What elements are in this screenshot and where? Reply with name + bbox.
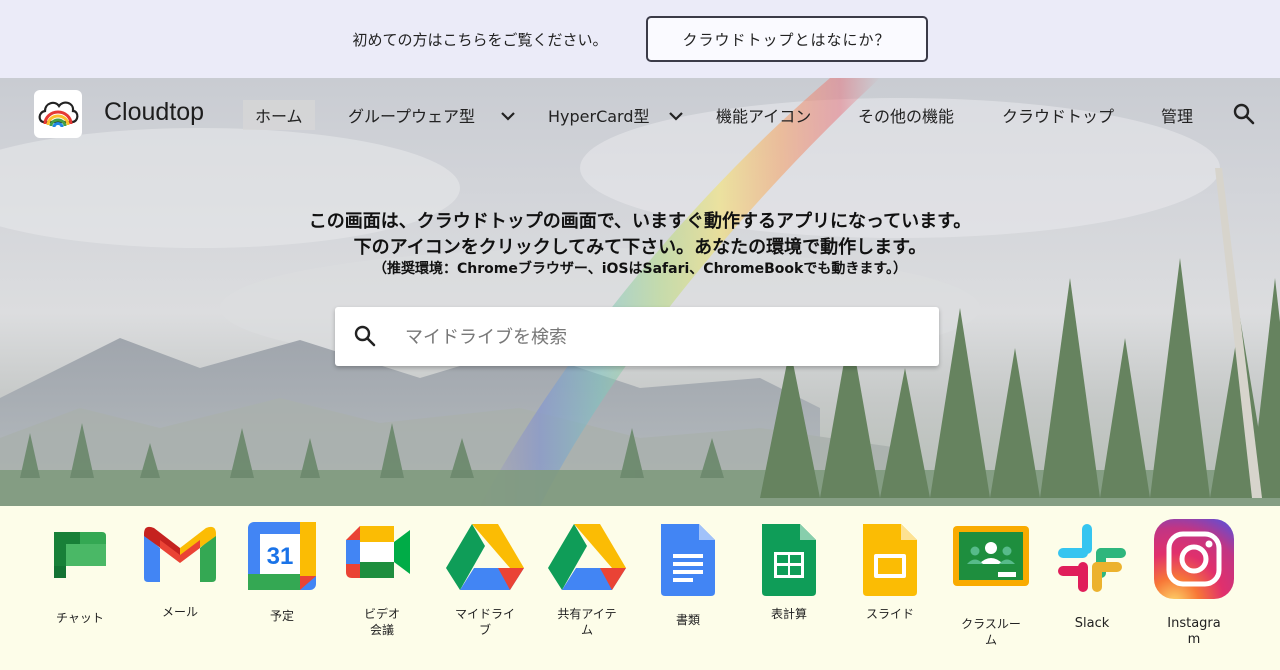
nav-item-other-features[interactable]: その他の機能 <box>846 100 966 130</box>
nav-item-home[interactable]: ホーム <box>243 100 315 130</box>
app-label: Slack <box>1074 616 1110 631</box>
app-label: 共有アイテ ム <box>557 607 617 637</box>
app-label: スライド <box>865 607 914 621</box>
calendar-icon: 31 <box>248 522 316 590</box>
hero-subheadline: 下のアイコンをクリックしてみて下さい。あなたの環境で動作します。 <box>353 237 927 258</box>
classroom-icon <box>953 526 1029 586</box>
instagram-icon <box>1154 519 1234 599</box>
chevron-down-icon[interactable] <box>666 106 686 126</box>
app-label: 予定 <box>269 609 294 623</box>
nav-item-feature-icons[interactable]: 機能アイコン <box>704 100 823 130</box>
app-label: チャット <box>56 611 104 625</box>
shared-drive-icon <box>548 524 626 590</box>
nav-item-admin[interactable]: 管理 <box>1149 100 1205 130</box>
hero-headline: この画面は、クラウドトップの画面で、いますぐ動作するアプリになっています。 <box>308 211 972 232</box>
what-is-cloudtop-button[interactable]: クラウドトップとはなにか？ <box>645 16 928 62</box>
app-mail[interactable]: メール <box>132 516 228 666</box>
docs-icon <box>661 524 715 596</box>
app-label: 表計算 <box>770 607 807 621</box>
search-icon[interactable] <box>353 324 377 348</box>
nav-item-hypercard[interactable]: HyperCard型 <box>536 100 662 130</box>
brand-name[interactable]: Cloudtop <box>104 98 204 127</box>
sheets-icon <box>762 524 816 596</box>
slides-icon <box>863 524 917 596</box>
gmail-icon <box>144 526 216 582</box>
app-classroom[interactable]: クラスルー ム <box>943 516 1039 666</box>
announcement-text: 初めての方はこちらをご覧ください。 <box>352 30 608 49</box>
hero-section: Cloudtop ホーム グループウェア型 HyperCard型 機能アイコン … <box>0 78 1280 506</box>
app-instagram[interactable]: Instagra m <box>1146 516 1242 666</box>
app-label: 書類 <box>675 613 700 627</box>
drive-search-box <box>335 307 939 366</box>
meet-icon <box>346 526 410 578</box>
nav-item-cloudtop[interactable]: クラウドトップ <box>990 100 1126 130</box>
slack-icon <box>1058 524 1126 592</box>
app-label: ビデオ 会議 <box>363 607 400 637</box>
app-video-meeting[interactable]: ビデオ 会議 <box>334 516 430 666</box>
drive-icon <box>446 524 524 590</box>
app-slack[interactable]: Slack <box>1044 516 1140 666</box>
top-navigation: Cloudtop ホーム グループウェア型 HyperCard型 機能アイコン … <box>0 78 1280 150</box>
hero-environment-note: （推奨環境：Chromeブラウザー、iOSはSafari、ChromeBookで… <box>373 261 907 277</box>
app-shared-items[interactable]: 共有アイテ ム <box>539 516 635 666</box>
app-label: メール <box>161 605 198 619</box>
app-chat[interactable]: チャット <box>32 516 128 666</box>
google-chat-icon <box>54 532 106 578</box>
app-slides[interactable]: スライド <box>842 516 938 666</box>
app-sheets[interactable]: 表計算 <box>741 516 837 666</box>
nav-item-groupware[interactable]: グループウェア型 <box>336 100 487 130</box>
cloud-rainbow-logo-icon <box>38 101 79 128</box>
search-input[interactable] <box>405 319 905 355</box>
app-label: マイドライ ブ <box>454 607 515 637</box>
chevron-down-icon[interactable] <box>498 106 518 126</box>
app-label: クラスルー ム <box>961 617 1021 647</box>
app-launcher-bar: チャット メール 31 予定 ビデオ 会議 マイドライ ブ 共有アイテ ム 書類… <box>0 506 1280 670</box>
app-docs[interactable]: 書類 <box>640 516 736 666</box>
app-my-drive[interactable]: マイドライ ブ <box>437 516 533 666</box>
cloudtop-logo[interactable] <box>34 90 82 138</box>
search-icon[interactable] <box>1232 102 1256 126</box>
app-label: Instagra m <box>1167 616 1221 647</box>
calendar-day-number: 31 <box>267 543 294 570</box>
announcement-bar: 初めての方はこちらをご覧ください。 クラウドトップとはなにか？ <box>0 0 1280 78</box>
app-calendar[interactable]: 31 予定 <box>234 516 330 666</box>
